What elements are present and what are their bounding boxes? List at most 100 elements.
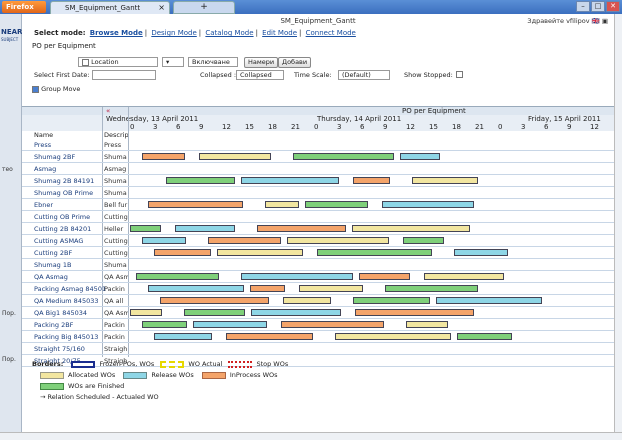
gantt-bar[interactable]: [382, 201, 474, 208]
gantt-bar[interactable]: [400, 153, 440, 160]
gantt-bar[interactable]: [257, 225, 346, 232]
firefox-menu-button[interactable]: Firefox: [2, 1, 46, 13]
gantt-bar[interactable]: [403, 237, 444, 244]
gantt-bar[interactable]: [136, 273, 219, 280]
table-row[interactable]: QA Medium 845033 QA all: [22, 295, 614, 307]
design-mode-link[interactable]: Design Mode: [151, 29, 196, 37]
flag-icon[interactable]: 🇬🇧: [592, 17, 600, 25]
gantt-bar[interactable]: [217, 249, 303, 256]
table-row[interactable]: Shumag OB Prime Shuma: [22, 187, 614, 199]
catalog-mode-link[interactable]: Catalog Mode: [205, 29, 253, 37]
minimize-button[interactable]: –: [576, 1, 590, 12]
group-move-checkbox[interactable]: [32, 85, 39, 93]
table-row[interactable]: Packing 2BF Packin: [22, 319, 614, 331]
table-row[interactable]: Packing Asmag 84501 Packin: [22, 283, 614, 295]
gantt-bar[interactable]: [352, 225, 470, 232]
gantt-bar[interactable]: [154, 249, 211, 256]
gantt-bar[interactable]: [251, 309, 341, 316]
desc-column-header[interactable]: Descrip: [104, 131, 129, 139]
gantt-bar[interactable]: [154, 333, 212, 340]
table-row[interactable]: Shumag 2BF Shuma: [22, 151, 614, 163]
gantt-bar[interactable]: [406, 321, 448, 328]
gantt-bar[interactable]: [335, 333, 451, 340]
gantt-bar[interactable]: [355, 309, 474, 316]
gantt-bar[interactable]: [199, 153, 271, 160]
table-row[interactable]: Ebner Bell fur: [22, 199, 614, 211]
edit-mode-link[interactable]: Edit Mode: [262, 29, 297, 37]
row-description: Shuma: [104, 153, 127, 161]
table-row[interactable]: Shumag 1B Shuma: [22, 259, 614, 271]
gantt-bar[interactable]: [193, 321, 267, 328]
row-description: Press: [104, 141, 122, 149]
gantt-bar[interactable]: [454, 249, 508, 256]
gantt-bar[interactable]: [283, 297, 331, 304]
show-stopped-checkbox[interactable]: [456, 71, 463, 78]
vertical-scrollbar[interactable]: [614, 14, 622, 432]
table-row[interactable]: Cutting ASMAG Cutting: [22, 235, 614, 247]
gantt-bar[interactable]: [424, 273, 504, 280]
gantt-bar[interactable]: [353, 297, 430, 304]
gantt-bar[interactable]: [305, 201, 368, 208]
window-close-button[interactable]: ✕: [606, 1, 620, 12]
gantt-bar[interactable]: [175, 225, 235, 232]
browse-mode-link[interactable]: Browse Mode: [90, 29, 143, 37]
gantt-bar[interactable]: [436, 297, 542, 304]
scroll-left-icon[interactable]: «: [106, 107, 110, 115]
gantt-bar[interactable]: [412, 177, 478, 184]
filter-select[interactable]: Включване: [188, 57, 238, 67]
table-row[interactable]: Packing Big 845013 Packin: [22, 331, 614, 343]
table-row[interactable]: QA Asmag QA Asm: [22, 271, 614, 283]
table-row[interactable]: Asmag Asmag: [22, 163, 614, 175]
new-tab-button[interactable]: +: [173, 1, 235, 14]
horizontal-scrollbar[interactable]: [0, 432, 622, 440]
table-row[interactable]: Cutting OB Prime Cutting: [22, 211, 614, 223]
time-scale-select[interactable]: (Default): [338, 70, 390, 80]
gantt-bar[interactable]: [142, 237, 186, 244]
group-move-option[interactable]: Group Move: [32, 85, 80, 93]
table-row[interactable]: Cutting 2BF Cutting: [22, 247, 614, 259]
gantt-bar[interactable]: [142, 153, 185, 160]
table-row[interactable]: Press Press: [22, 139, 614, 151]
gantt-bar[interactable]: [299, 285, 363, 292]
gantt-bar[interactable]: [142, 321, 187, 328]
table-row[interactable]: QA Big1 845034 QA Asm: [22, 307, 614, 319]
gantt-bar[interactable]: [148, 201, 243, 208]
checkbox[interactable]: [82, 58, 89, 66]
gantt-bar[interactable]: [457, 333, 512, 340]
gantt-bar[interactable]: [293, 153, 394, 160]
gantt-bar[interactable]: [241, 273, 353, 280]
add-button[interactable]: Добави: [278, 57, 312, 68]
gantt-bar[interactable]: [281, 321, 384, 328]
browser-titlebar: Firefox SM_Equipment_Gantt × + – □ ✕: [0, 0, 622, 14]
location-select[interactable]: Location: [78, 57, 158, 67]
first-date-input[interactable]: [92, 70, 156, 80]
table-row[interactable]: Shumag 2B 84191 Shuma: [22, 175, 614, 187]
gantt-bar[interactable]: [250, 285, 285, 292]
location-dropdown[interactable]: ▾: [162, 57, 184, 67]
gantt-bar[interactable]: [130, 225, 161, 232]
gantt-bar[interactable]: [226, 333, 313, 340]
name-column-header[interactable]: Name: [34, 131, 53, 139]
table-row[interactable]: Cutting 2B 84201 Heller: [22, 223, 614, 235]
gantt-bar[interactable]: [353, 177, 390, 184]
gantt-bar[interactable]: [160, 297, 269, 304]
gantt-bar[interactable]: [148, 285, 244, 292]
gantt-bar[interactable]: [265, 201, 299, 208]
collapsed-select[interactable]: Collapsed: [236, 70, 284, 80]
table-row[interactable]: Straight 75/160 Straigh: [22, 343, 614, 355]
connect-mode-link[interactable]: Connect Mode: [306, 29, 356, 37]
gantt-bar[interactable]: [184, 309, 245, 316]
gantt-bar[interactable]: [166, 177, 235, 184]
gantt-bar[interactable]: [359, 273, 410, 280]
gantt-bar[interactable]: [241, 177, 339, 184]
gantt-bar[interactable]: [208, 237, 281, 244]
close-icon[interactable]: ×: [158, 2, 165, 14]
maximize-button[interactable]: □: [591, 1, 605, 12]
logout-icon[interactable]: ▣: [602, 17, 608, 25]
gantt-bar[interactable]: [287, 237, 389, 244]
gantt-bar[interactable]: [130, 309, 162, 316]
gantt-bar[interactable]: [317, 249, 432, 256]
gantt-bar[interactable]: [385, 285, 478, 292]
browser-tab[interactable]: SM_Equipment_Gantt ×: [50, 1, 170, 14]
search-button[interactable]: Намери: [244, 57, 279, 68]
